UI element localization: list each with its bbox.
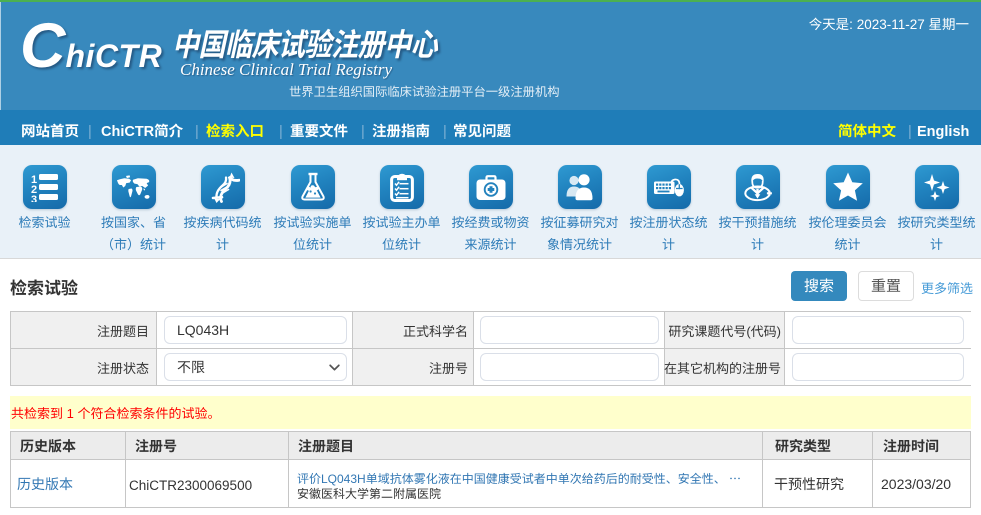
svg-text:3: 3	[31, 194, 37, 202]
